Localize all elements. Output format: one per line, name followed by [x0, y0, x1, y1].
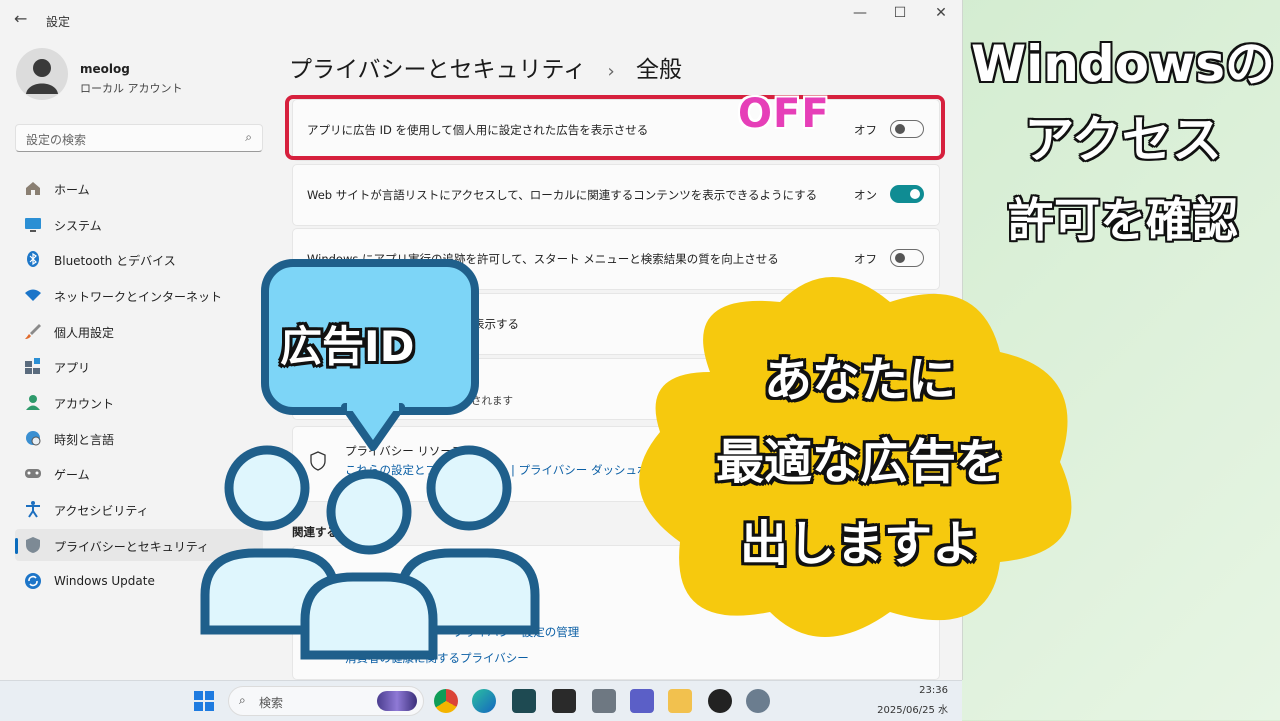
edge-icon[interactable] [472, 689, 496, 713]
window-title: 設定 [46, 15, 71, 29]
search-placeholder: 設定の検索 [26, 133, 87, 147]
sidebar-item-label: アクセシビリティ [54, 504, 149, 518]
sticky-notes-icon[interactable] [552, 689, 576, 713]
title-bar: ← 設定 — ☐ ✕ [0, 0, 962, 40]
sidebar-item-label: アカウント [54, 397, 115, 411]
home-icon [24, 179, 42, 197]
ad-id-bubble-label: 広告ID [280, 322, 415, 371]
gamepad-icon [24, 464, 42, 482]
sidebar-item-label: プライバシーとセキュリティ [54, 540, 210, 554]
breadcrumb-current: 全般 [636, 57, 682, 83]
update-icon [24, 572, 42, 590]
wifi-icon [24, 286, 42, 304]
teams-icon[interactable] [630, 689, 654, 713]
breadcrumb-parent[interactable]: プライバシーとセキュリティ [289, 57, 586, 83]
folder-icon[interactable] [668, 689, 692, 713]
search-icon: ⌕ [239, 693, 246, 707]
setting-card-language-list: Web サイトが言語リストにアクセスして、ローカルに関連するコンテンツを表示でき… [292, 164, 940, 226]
maximize-button[interactable]: ☐ [885, 5, 915, 21]
bluetooth-icon [24, 250, 42, 268]
sidebar-item-label: ゲーム [54, 468, 90, 482]
highlight-frame [285, 95, 945, 160]
user-icon [26, 59, 58, 94]
sidebar-item-label: Windows Update [54, 574, 155, 588]
toggle-state-label: オン [854, 188, 877, 202]
globe-icon [24, 429, 42, 447]
off-caption: OFF [738, 91, 830, 137]
apps-icon [24, 357, 42, 375]
settings-gear-icon[interactable] [746, 689, 770, 713]
profile-account-type: ローカル アカウント [80, 82, 183, 95]
shield-icon [24, 536, 42, 554]
back-arrow-icon[interactable]: ← [14, 9, 27, 28]
overlay-title-line-3: 許可を確認 [1007, 192, 1239, 248]
app-icon-dark[interactable] [512, 689, 536, 713]
clock-time[interactable]: 23:36 [888, 685, 948, 696]
minimize-button[interactable]: — [845, 5, 875, 21]
accessibility-icon [24, 500, 42, 518]
close-button[interactable]: ✕ [926, 5, 956, 21]
sidebar-item-label: Bluetooth とデバイス [54, 254, 176, 268]
overlay-title-line-1: Windowsの [970, 34, 1276, 94]
taskbar-search-label: 検索 [259, 696, 284, 710]
profile-name: meolog [80, 62, 130, 76]
settings-search-input[interactable]: 設定の検索 ⌕ [15, 124, 263, 152]
sidebar-item-label: 個人用設定 [54, 326, 115, 340]
active-indicator [15, 538, 18, 554]
cloud-text-line-2: 最適な広告を [715, 434, 1004, 490]
language-list-toggle[interactable] [890, 185, 924, 203]
search-icon: ⌕ [245, 130, 252, 144]
taskbar: ⌕ 検索 23:36 2025/06/25 水 [0, 680, 962, 721]
windows-start-icon[interactable] [194, 691, 214, 715]
account-icon [24, 393, 42, 411]
system-icon [24, 215, 42, 233]
cloud-text-line-1: あなたに [763, 352, 956, 408]
media-app-icon[interactable] [708, 689, 732, 713]
chrome-icon[interactable] [434, 689, 458, 713]
clock-date[interactable]: 2025/06/25 水 [860, 701, 948, 716]
cloud-text-line-3: 出しますよ [739, 516, 980, 572]
avatar[interactable] [16, 48, 68, 100]
setting-label: Web サイトが言語リストにアクセスして、ローカルに関連するコンテンツを表示でき… [307, 188, 818, 202]
sidebar-item-label: アプリ [54, 361, 91, 375]
sidebar-item-system[interactable]: システム [15, 208, 263, 240]
sidebar-item-label: システム [54, 219, 102, 233]
sidebar-item-label: ホーム [54, 183, 90, 197]
breadcrumb-separator: › [607, 61, 615, 82]
page-title: プライバシーとセキュリティ › 全般 [289, 50, 682, 84]
people-group-icon [200, 445, 540, 660]
taskbar-search-input[interactable]: ⌕ 検索 [228, 686, 424, 716]
calculator-icon[interactable] [592, 689, 616, 713]
brush-icon [24, 322, 42, 340]
sidebar-item-label: 時刻と言語 [54, 433, 115, 447]
sidebar-item-home[interactable]: ホーム [15, 172, 263, 204]
search-highlight-icon [377, 691, 417, 711]
overlay-title-line-2: アクセス [1023, 110, 1223, 170]
